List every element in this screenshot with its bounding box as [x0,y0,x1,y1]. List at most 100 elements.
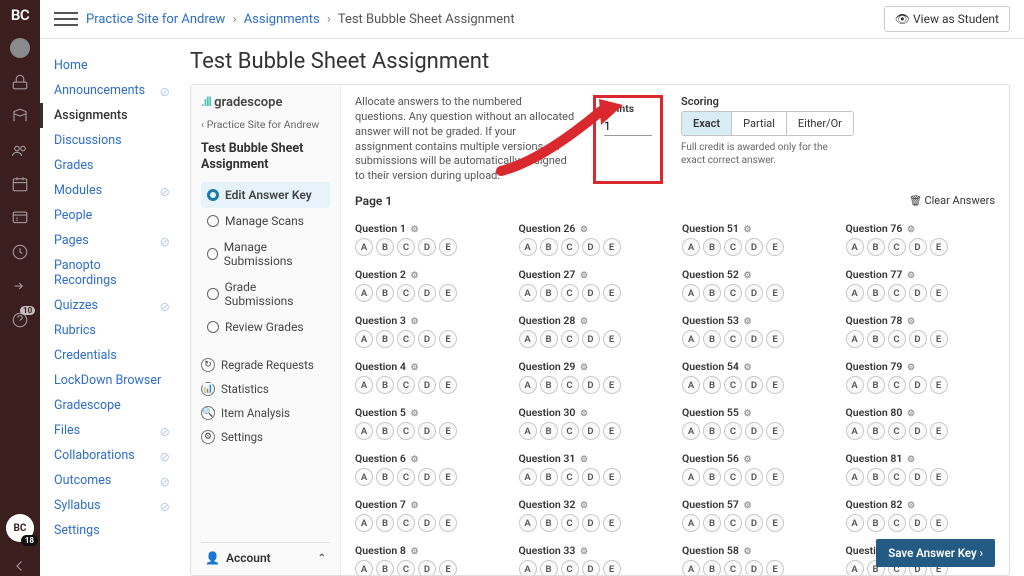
bubble-option[interactable]: E [930,422,948,440]
bubble-option[interactable]: C [397,514,415,532]
bubble-option[interactable]: A [682,514,700,532]
workflow-step[interactable]: Manage Scans [201,208,330,234]
gear-icon[interactable]: ⚙ [410,363,418,373]
bubble-option[interactable]: B [703,560,721,575]
gear-icon[interactable]: ⚙ [580,409,588,419]
bubble-option[interactable]: E [930,238,948,256]
bubble-option[interactable]: A [682,376,700,394]
gear-icon[interactable]: ⚙ [743,271,751,281]
coursenav-item[interactable]: Credentials [40,343,180,368]
gs-tool-link[interactable]: 📊Statistics [201,382,330,396]
bubble-option[interactable]: C [397,284,415,302]
groups-icon[interactable] [10,140,30,160]
bubble-option[interactable]: C [561,422,579,440]
inbox-icon[interactable] [10,208,30,228]
gear-icon[interactable]: ⚙ [907,363,915,373]
bubble-option[interactable]: B [867,284,885,302]
gear-icon[interactable]: ⚙ [743,455,751,465]
bubble-option[interactable]: D [582,330,600,348]
gear-icon[interactable]: ⚙ [907,455,915,465]
bubble-option[interactable]: A [355,330,373,348]
bubble-option[interactable]: E [766,284,784,302]
gear-icon[interactable]: ⚙ [743,317,751,327]
workflow-step[interactable]: Review Grades [201,314,330,340]
institution-logo[interactable]: BC [11,6,29,24]
bubble-option[interactable]: E [766,330,784,348]
crumb-assignments[interactable]: Assignments [244,12,320,27]
bubble-option[interactable]: A [519,468,537,486]
bubble-option[interactable]: D [418,238,436,256]
coursenav-item[interactable]: Discussions [40,128,180,153]
bubble-option[interactable]: E [930,514,948,532]
bubble-option[interactable]: D [745,560,763,575]
gear-icon[interactable]: ⚙ [743,409,751,419]
calendar-icon[interactable] [10,174,30,194]
bubble-option[interactable]: B [703,238,721,256]
bubble-option[interactable]: B [703,330,721,348]
bubble-option[interactable]: C [888,376,906,394]
bubble-option[interactable]: A [846,560,864,575]
bubble-option[interactable]: D [745,238,763,256]
bubble-option[interactable]: B [867,468,885,486]
bubble-option[interactable]: E [439,376,457,394]
bubble-option[interactable]: A [519,514,537,532]
gear-icon[interactable]: ⚙ [410,317,418,327]
bubble-option[interactable]: A [519,422,537,440]
bubble-option[interactable]: B [376,422,394,440]
history-icon[interactable] [10,242,30,262]
gear-icon[interactable]: ⚙ [580,501,588,511]
coursenav-item[interactable]: Panopto Recordings [40,253,180,293]
bubble-option[interactable]: D [582,284,600,302]
scoring-option[interactable]: Either/Or [786,112,853,135]
bubble-option[interactable]: A [846,514,864,532]
bubble-option[interactable]: E [766,422,784,440]
bubble-option[interactable]: D [745,468,763,486]
bubble-option[interactable]: E [439,238,457,256]
bubble-option[interactable]: B [376,238,394,256]
gs-tool-link[interactable]: ↻Regrade Requests [201,358,330,372]
gs-tool-link[interactable]: 🔍Item Analysis [201,406,330,420]
coursenav-item[interactable]: Syllabus⊘ [40,493,180,518]
bubble-option[interactable]: C [724,468,742,486]
coursenav-item[interactable]: LockDown Browser [40,368,180,393]
bubble-option[interactable]: A [682,560,700,575]
bubble-option[interactable]: D [909,422,927,440]
gear-icon[interactable]: ⚙ [907,225,915,235]
bubble-option[interactable]: B [540,284,558,302]
bubble-option[interactable]: D [418,376,436,394]
bubble-option[interactable]: D [745,422,763,440]
bubble-option[interactable]: A [682,284,700,302]
bubble-option[interactable]: E [603,422,621,440]
workflow-step[interactable]: Edit Answer Key [201,182,330,208]
bubble-option[interactable]: E [766,514,784,532]
bubble-option[interactable]: D [745,514,763,532]
bubble-option[interactable]: C [724,560,742,575]
gear-icon[interactable]: ⚙ [580,225,588,235]
bubble-option[interactable]: B [703,468,721,486]
coursenav-item[interactable]: Modules⊘ [40,178,180,203]
bubble-option[interactable]: D [909,468,927,486]
coursenav-item[interactable]: Quizzes⊘ [40,293,180,318]
bubble-option[interactable]: C [724,376,742,394]
bubble-option[interactable]: A [519,284,537,302]
bubble-option[interactable]: C [888,468,906,486]
bubble-option[interactable]: C [888,238,906,256]
bubble-option[interactable]: A [846,330,864,348]
gs-tool-link[interactable]: ⚙Settings [201,430,330,444]
bubble-option[interactable]: D [745,284,763,302]
bubble-option[interactable]: C [397,238,415,256]
bubble-option[interactable]: E [766,560,784,575]
bubble-option[interactable]: B [867,238,885,256]
coursenav-item[interactable]: Outcomes⊘ [40,468,180,493]
bubble-option[interactable]: A [355,284,373,302]
coursenav-item[interactable]: Announcements⊘ [40,78,180,103]
bubble-option[interactable]: B [703,514,721,532]
bubble-option[interactable]: E [930,468,948,486]
bubble-option[interactable]: B [540,514,558,532]
bubble-option[interactable]: A [519,330,537,348]
coursenav-item[interactable]: Rubrics [40,318,180,343]
gear-icon[interactable]: ⚙ [580,363,588,373]
crumb-course[interactable]: Practice Site for Andrew [86,12,225,27]
bubble-option[interactable]: A [682,468,700,486]
bubble-option[interactable]: D [418,284,436,302]
